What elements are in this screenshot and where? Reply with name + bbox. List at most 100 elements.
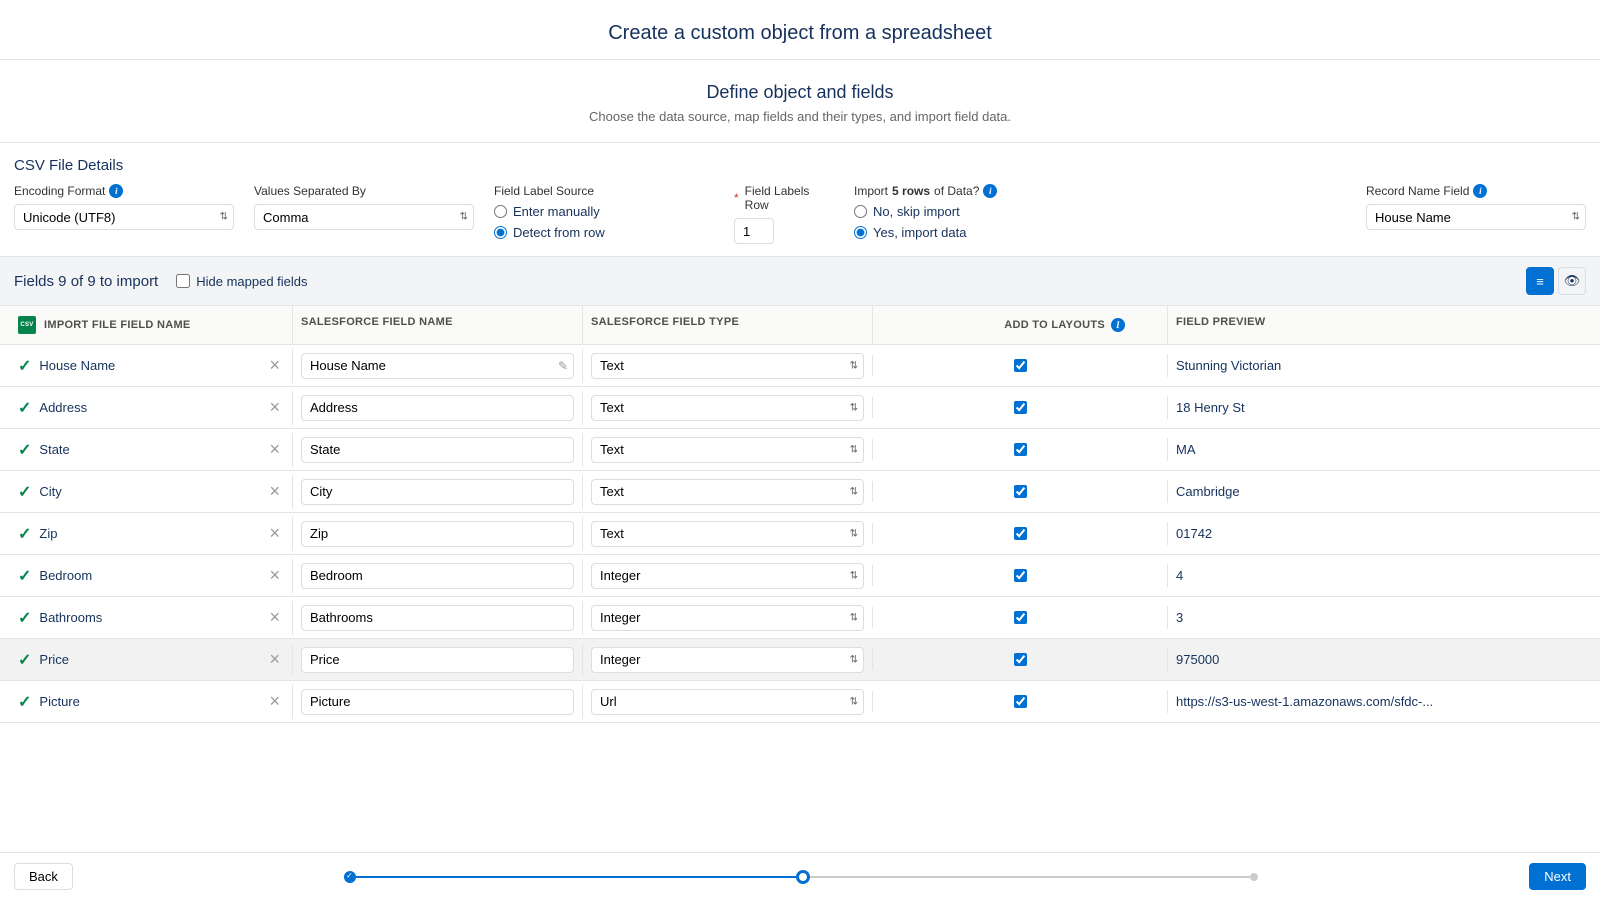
radio-detect-row[interactable]: Detect from row xyxy=(494,225,714,240)
remove-field-button[interactable]: × xyxy=(265,439,284,460)
separator-label: Values Separated By xyxy=(254,184,474,198)
record-name-label: Record Name Fieldi xyxy=(1366,184,1586,198)
csv-details-section: CSV File Details Encoding Formati Unicod… xyxy=(0,143,1600,257)
sf-field-name-input[interactable] xyxy=(301,563,574,589)
add-to-layouts-checkbox[interactable] xyxy=(1014,653,1027,666)
check-icon: ✓ xyxy=(18,356,31,376)
add-to-layouts-checkbox[interactable] xyxy=(1014,527,1027,540)
sf-field-type-select[interactable]: Url xyxy=(591,689,864,715)
add-to-layouts-checkbox[interactable] xyxy=(1014,569,1027,582)
sf-field-name-input[interactable] xyxy=(301,437,574,463)
table-row: ✓ Address × Text 18 Henry St xyxy=(0,387,1600,429)
check-icon: ✓ xyxy=(18,482,31,502)
table-row: ✓ Bathrooms × Integer 3 xyxy=(0,597,1600,639)
progress-indicator xyxy=(73,870,1529,884)
add-to-layouts-checkbox[interactable] xyxy=(1014,611,1027,624)
table-row: ✓ Picture × Url https://s3-us-west-1.ama… xyxy=(0,681,1600,723)
import-field-name: City xyxy=(39,484,61,499)
sf-field-name-input[interactable] xyxy=(301,605,574,631)
field-preview-value: 18 Henry St xyxy=(1167,396,1600,419)
remove-field-button[interactable]: × xyxy=(265,523,284,544)
sf-field-type-select[interactable]: Integer xyxy=(591,605,864,631)
sf-field-type-select[interactable]: Text xyxy=(591,437,864,463)
remove-field-button[interactable]: × xyxy=(265,397,284,418)
page-description: Choose the data source, map fields and t… xyxy=(0,109,1600,143)
field-preview-value: https://s3-us-west-1.amazonaws.com/sfdc-… xyxy=(1167,690,1600,713)
add-to-layouts-checkbox[interactable] xyxy=(1014,485,1027,498)
sf-field-type-select[interactable]: Integer xyxy=(591,563,864,589)
info-icon[interactable]: i xyxy=(1473,184,1487,198)
import-field-name: Price xyxy=(39,652,69,667)
info-icon[interactable]: i xyxy=(109,184,123,198)
encoding-select[interactable]: Unicode (UTF8) xyxy=(14,204,234,230)
sf-field-type-select[interactable]: Text xyxy=(591,395,864,421)
table-row: ✓ State × Text MA xyxy=(0,429,1600,471)
radio-skip-import[interactable]: No, skip import xyxy=(854,204,1044,219)
check-icon: ✓ xyxy=(18,566,31,586)
add-to-layouts-checkbox[interactable] xyxy=(1014,401,1027,414)
import-rows-label: Import 5 rows of Data?i xyxy=(854,184,1044,198)
sf-field-name-input[interactable] xyxy=(301,353,574,379)
check-icon: ✓ xyxy=(18,398,31,418)
add-to-layouts-checkbox[interactable] xyxy=(1014,443,1027,456)
remove-field-button[interactable]: × xyxy=(265,355,284,376)
sf-field-type-select[interactable]: Text xyxy=(591,353,864,379)
check-icon: ✓ xyxy=(18,650,31,670)
check-icon: ✓ xyxy=(18,692,31,712)
step-1-done xyxy=(344,871,356,883)
radio-enter-manually[interactable]: Enter manually xyxy=(494,204,714,219)
labels-row-input[interactable] xyxy=(734,218,774,244)
label-source-label: Field Label Source xyxy=(494,184,714,198)
sf-field-type-select[interactable]: Text xyxy=(591,521,864,547)
remove-field-button[interactable]: × xyxy=(265,565,284,586)
list-icon: ≡ xyxy=(1536,274,1544,289)
sf-field-type-select[interactable]: Integer xyxy=(591,647,864,673)
info-icon[interactable]: i xyxy=(983,184,997,198)
field-preview-value: 3 xyxy=(1167,606,1600,629)
table-header: csvIMPORT FILE FIELD NAME SALESFORCE FIE… xyxy=(0,306,1600,345)
sf-field-name-input[interactable] xyxy=(301,647,574,673)
labels-row-label: *Field Labels Row xyxy=(734,184,834,212)
table-row: ✓ Zip × Text 01742 xyxy=(0,513,1600,555)
radio-import-data[interactable]: Yes, import data xyxy=(854,225,1044,240)
check-icon: ✓ xyxy=(18,608,31,628)
hide-mapped-checkbox[interactable]: Hide mapped fields xyxy=(176,274,307,289)
page-title: Create a custom object from a spreadshee… xyxy=(0,0,1600,60)
remove-field-button[interactable]: × xyxy=(265,607,284,628)
step-2-current xyxy=(796,870,810,884)
check-icon: ✓ xyxy=(18,440,31,460)
sf-field-name-input[interactable] xyxy=(301,479,574,505)
sf-field-name-input[interactable] xyxy=(301,689,574,715)
eye-icon: 👁 xyxy=(1564,273,1581,289)
remove-field-button[interactable]: × xyxy=(265,481,284,502)
import-field-name: Bedroom xyxy=(39,568,92,583)
table-row: ✓ House Name × ✎ Text Stunning Victorian xyxy=(0,345,1600,387)
import-field-name: Address xyxy=(39,400,87,415)
remove-field-button[interactable]: × xyxy=(265,649,284,670)
csv-icon: csv xyxy=(18,316,36,334)
step-3-future xyxy=(1250,873,1258,881)
sf-field-type-select[interactable]: Text xyxy=(591,479,864,505)
fields-bar: Fields 9 of 9 to import Hide mapped fiel… xyxy=(0,257,1600,306)
import-field-name: House Name xyxy=(39,358,115,373)
record-name-select[interactable]: House Name xyxy=(1366,204,1586,230)
add-to-layouts-checkbox[interactable] xyxy=(1014,359,1027,372)
table-row: ✓ Bedroom × Integer 4 xyxy=(0,555,1600,597)
separator-select[interactable]: Comma xyxy=(254,204,474,230)
sf-field-name-input[interactable] xyxy=(301,395,574,421)
field-preview-value: Stunning Victorian xyxy=(1167,354,1600,377)
next-button[interactable]: Next xyxy=(1529,863,1586,890)
info-icon[interactable]: i xyxy=(1111,318,1125,332)
sf-field-name-input[interactable] xyxy=(301,521,574,547)
back-button[interactable]: Back xyxy=(14,863,73,890)
edit-icon: ✎ xyxy=(558,359,568,373)
import-field-name: Zip xyxy=(39,526,57,541)
list-view-button[interactable]: ≡ xyxy=(1526,267,1554,295)
import-field-name: Bathrooms xyxy=(39,610,102,625)
import-field-name: State xyxy=(39,442,69,457)
remove-field-button[interactable]: × xyxy=(265,691,284,712)
add-to-layouts-checkbox[interactable] xyxy=(1014,695,1027,708)
field-preview-value: Cambridge xyxy=(1167,480,1600,503)
table-row: ✓ Price × Integer 975000 xyxy=(0,639,1600,681)
preview-view-button[interactable]: 👁 xyxy=(1558,267,1586,295)
